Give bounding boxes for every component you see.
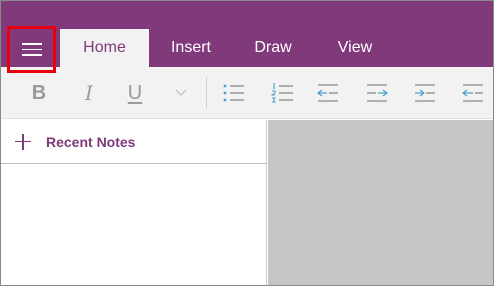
toolbar-divider — [206, 77, 207, 109]
bulleted-list-icon — [223, 84, 244, 102]
app-window: Home Insert Draw View B I U Recent Notes — [0, 0, 494, 286]
outdent-icon — [317, 84, 338, 102]
formatting-toolbar: B I U — [1, 67, 493, 119]
tab-insert[interactable]: Insert — [153, 29, 229, 67]
chevron-down-icon — [175, 89, 187, 96]
numbered-list-icon — [271, 83, 293, 103]
underline-button[interactable]: U — [121, 67, 149, 119]
ribbon-tab-bar: Home Insert Draw View — [1, 1, 493, 67]
more-formatting-button[interactable] — [171, 67, 191, 119]
navigation-menu-button[interactable] — [7, 26, 56, 73]
increase-indent-button[interactable] — [363, 67, 391, 119]
indent-icon — [367, 84, 388, 102]
paragraph-align-button[interactable] — [459, 67, 487, 119]
hamburger-icon — [21, 43, 42, 56]
bold-button[interactable]: B — [25, 67, 53, 119]
indent-icon — [415, 84, 435, 102]
italic-button[interactable]: I — [75, 67, 103, 119]
numbered-list-button[interactable] — [269, 67, 297, 119]
indent-paragraph-button[interactable] — [411, 67, 439, 119]
tab-draw[interactable]: Draw — [235, 29, 311, 67]
tab-view[interactable]: View — [317, 29, 393, 67]
notes-pane: Recent Notes — [1, 120, 267, 285]
bulleted-list-button[interactable] — [220, 67, 248, 119]
tab-home[interactable]: Home — [60, 29, 149, 67]
decrease-indent-button[interactable] — [314, 67, 342, 119]
recent-notes-button[interactable]: Recent Notes — [1, 120, 267, 164]
plus-icon — [14, 133, 32, 151]
page-canvas[interactable] — [268, 120, 493, 285]
recent-notes-label: Recent Notes — [46, 133, 136, 150]
align-icon — [462, 84, 483, 102]
